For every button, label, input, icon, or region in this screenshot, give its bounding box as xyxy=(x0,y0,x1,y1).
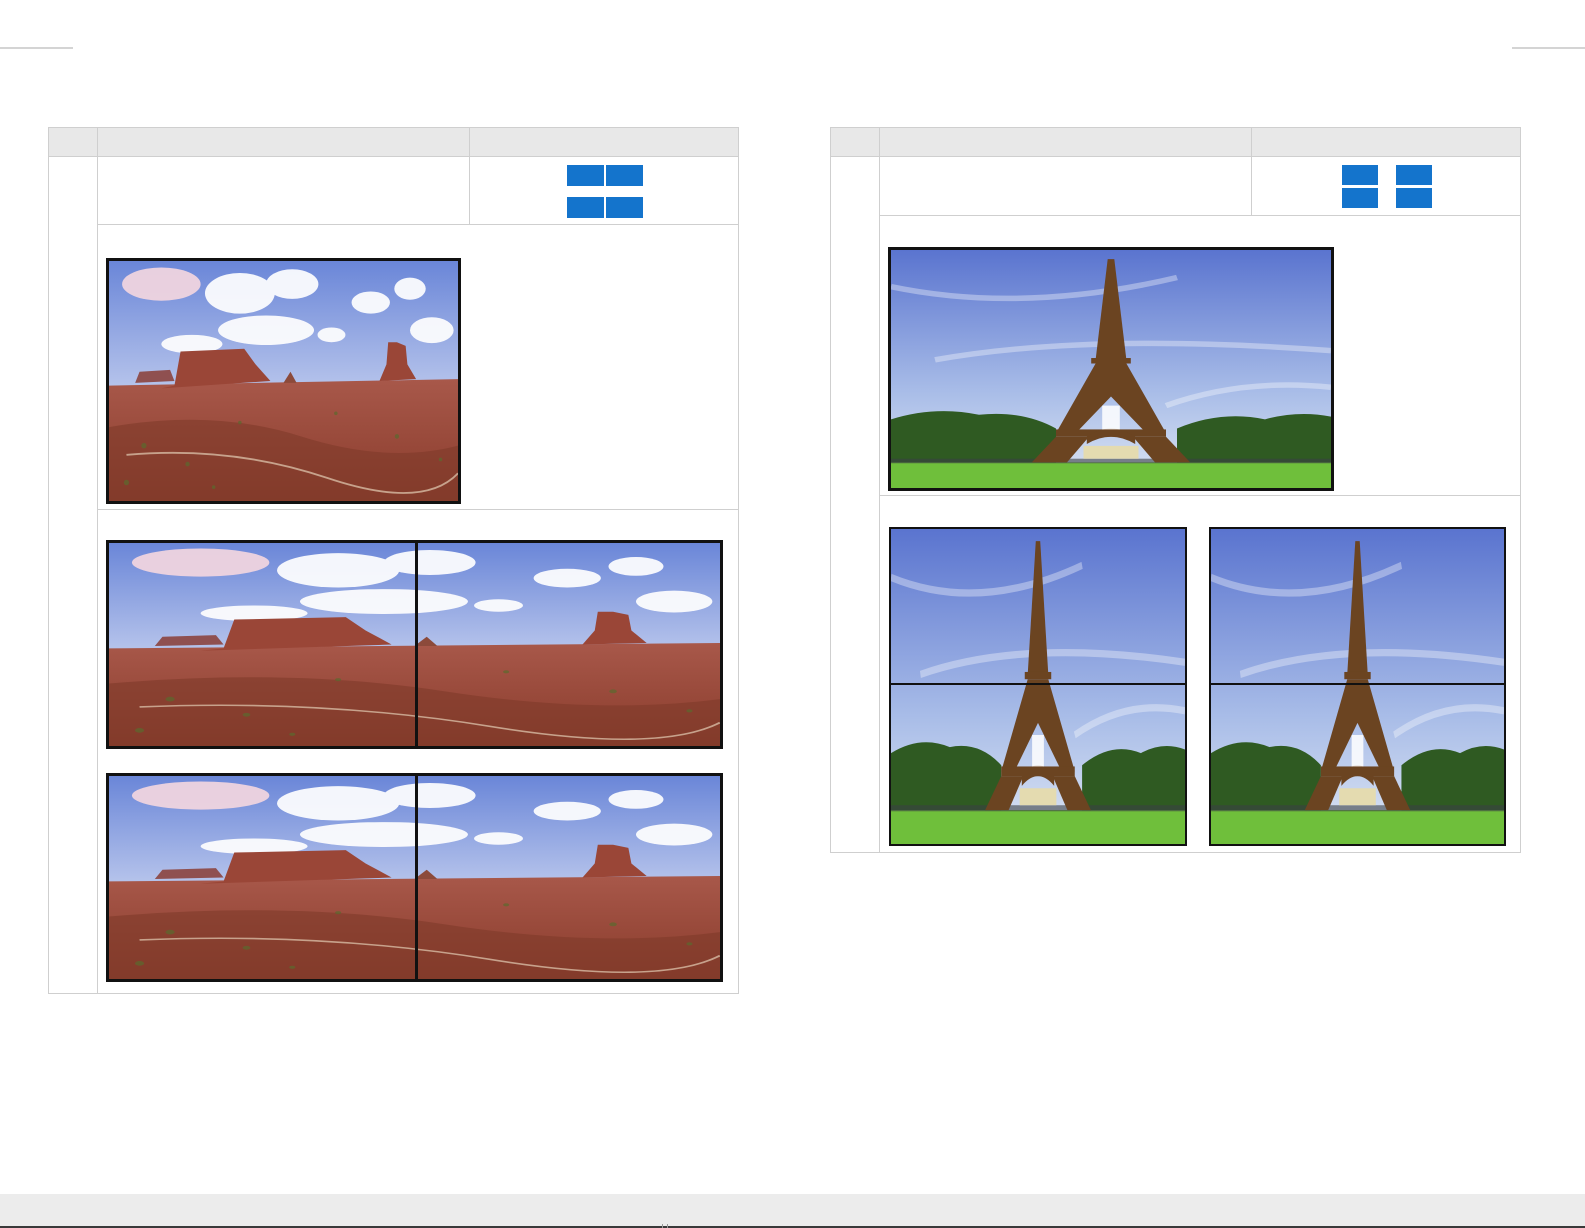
eiffel-tower-source-image xyxy=(888,247,1334,491)
left-icon-cell xyxy=(470,157,738,225)
corner-rule-right xyxy=(1512,47,1585,49)
left-description-cell xyxy=(98,157,470,225)
monument-valley-wall-top xyxy=(106,540,723,749)
wall-seam-horizontal xyxy=(891,683,1185,685)
2x2-grid-joined-icon xyxy=(567,165,643,219)
right-header-col-2 xyxy=(880,128,1252,157)
fold-mark xyxy=(662,1224,668,1228)
wall-seam-vertical xyxy=(415,776,418,979)
left-header-col-2 xyxy=(98,128,470,157)
right-icon-cell xyxy=(1252,157,1520,216)
eiffel-tower-wall-right xyxy=(1209,527,1506,846)
monument-valley-wall-bottom xyxy=(106,773,723,982)
wall-seam-vertical xyxy=(415,543,418,746)
right-header-col-3 xyxy=(1252,128,1520,157)
wall-seam-horizontal xyxy=(1211,683,1504,685)
left-header-col-3 xyxy=(470,128,738,157)
left-index-cell xyxy=(49,157,98,993)
left-header-col-1 xyxy=(49,128,98,157)
right-index-cell xyxy=(831,157,880,852)
eiffel-tower-wall-left xyxy=(889,527,1187,846)
monument-valley-source-image xyxy=(106,258,461,504)
right-description-cell xyxy=(880,157,1252,216)
footer-band xyxy=(0,1194,1585,1228)
2x2-grid-separated-icon xyxy=(1342,165,1432,208)
right-header-col-1 xyxy=(831,128,880,157)
corner-rule-left xyxy=(0,47,73,49)
